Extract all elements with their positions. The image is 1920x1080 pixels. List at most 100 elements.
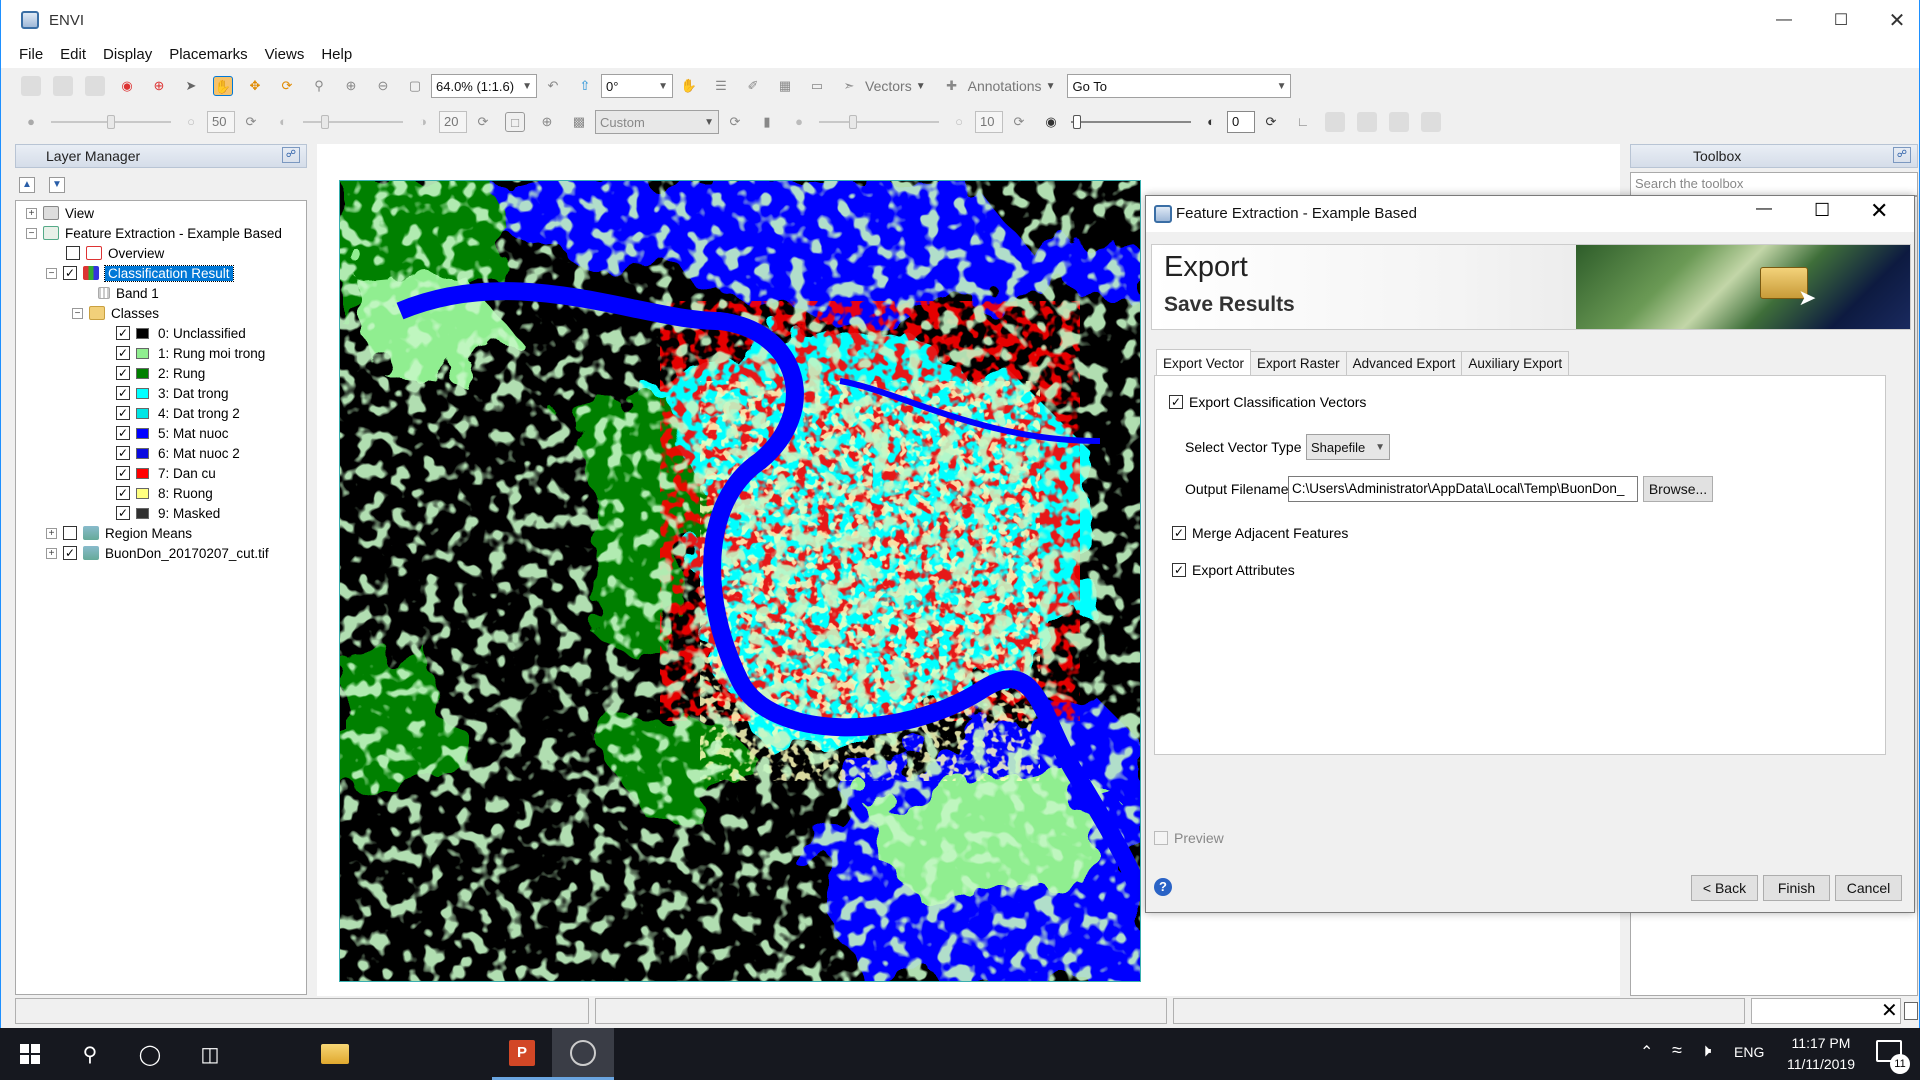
annotations-icon[interactable]: ✚: [942, 76, 962, 96]
windows-start-icon[interactable]: [0, 1028, 60, 1080]
zoom-out-icon[interactable]: ⊖: [373, 76, 393, 96]
class-item[interactable]: ✓ 4: Dat trong 2: [116, 403, 240, 423]
menu-edit[interactable]: Edit: [60, 46, 86, 63]
class-item[interactable]: ✓ 9: Masked: [116, 503, 220, 523]
cancel-process-icon[interactable]: ✕: [1881, 999, 1898, 1023]
vectors-icon[interactable]: ➣: [839, 76, 859, 96]
sharpen-slider[interactable]: [819, 112, 939, 132]
finish-button[interactable]: Finish: [1763, 875, 1830, 901]
dialog-minimize-button[interactable]: —: [1756, 200, 1772, 218]
language-indicator[interactable]: ENG: [1734, 1044, 1764, 1060]
sharpen-value[interactable]: 10: [975, 111, 1003, 133]
browse-button[interactable]: Browse...: [1643, 476, 1713, 502]
export-vectors-checkbox[interactable]: ✓: [1169, 395, 1183, 409]
tree-item-view[interactable]: + View: [26, 203, 94, 223]
class-checkbox[interactable]: ✓: [116, 366, 130, 380]
zoom-select[interactable]: 64.0% (1:1.6) ▼: [431, 74, 537, 98]
show-hidden-icons-icon[interactable]: ⌃: [1640, 1042, 1653, 1062]
powerpoint-icon[interactable]: P: [492, 1028, 552, 1080]
reset-stretch-icon[interactable]: ⟳: [725, 112, 745, 132]
swipe-icon[interactable]: ✋: [679, 76, 699, 96]
export-attributes-option[interactable]: ✓ Export Attributes: [1172, 562, 1295, 578]
stretch-select[interactable]: Custom ▼: [595, 110, 719, 134]
minimize-button[interactable]: —: [1756, 0, 1812, 40]
vector-type-select[interactable]: Shapefile ▼: [1306, 434, 1390, 460]
rotate-icon[interactable]: ⟳: [277, 76, 297, 96]
preview-checkbox[interactable]: [1154, 831, 1168, 845]
menu-display[interactable]: Display: [103, 46, 152, 63]
view-grid-icon[interactable]: [1421, 112, 1441, 132]
collapse-icon[interactable]: −: [72, 307, 83, 319]
pin-icon[interactable]: ☍: [282, 147, 300, 163]
export-attributes-checkbox[interactable]: ✓: [1172, 563, 1186, 577]
menu-views[interactable]: Views: [265, 46, 305, 63]
expand-icon[interactable]: +: [46, 547, 57, 559]
data-manager-icon[interactable]: [53, 76, 73, 96]
network-icon[interactable]: ≈: [1672, 1040, 1682, 1061]
vectors-menu[interactable]: Vectors: [865, 78, 912, 94]
layout-icon[interactable]: [1325, 112, 1345, 132]
merge-features-option[interactable]: ✓ Merge Adjacent Features: [1172, 525, 1348, 541]
class-checkbox[interactable]: ✓: [116, 346, 130, 360]
export-vectors-option[interactable]: ✓ Export Classification Vectors: [1169, 394, 1366, 410]
class-item[interactable]: ✓ 7: Dan cu: [116, 463, 216, 483]
checkbox-overview[interactable]: [66, 246, 80, 260]
search-icon[interactable]: ⚲: [60, 1028, 120, 1080]
class-checkbox[interactable]: ✓: [116, 386, 130, 400]
class-item[interactable]: ✓ 6: Mat nuoc 2: [116, 443, 240, 463]
brightness-value[interactable]: 50: [207, 111, 235, 133]
menu-help[interactable]: Help: [321, 46, 352, 63]
fly-icon[interactable]: ✥: [245, 76, 265, 96]
view-single-icon[interactable]: [1357, 112, 1377, 132]
toolbox-search-input[interactable]: Search the toolbox: [1630, 172, 1918, 196]
collapse-icon[interactable]: −: [26, 227, 37, 239]
class-checkbox[interactable]: ✓: [116, 446, 130, 460]
zoom-fit-icon[interactable]: ▢: [405, 76, 425, 96]
north-up-icon[interactable]: ⇧: [575, 76, 595, 96]
tree-item-band[interactable]: Band 1: [98, 283, 159, 303]
tab-export-raster[interactable]: Export Raster: [1250, 351, 1347, 375]
class-item[interactable]: ✓ 0: Unclassified: [116, 323, 246, 343]
crop-icon[interactable]: [85, 76, 105, 96]
stretch-region-icon[interactable]: ⊕: [537, 112, 557, 132]
tree-item-region-means[interactable]: + Region Means: [46, 523, 192, 543]
menu-placemarks[interactable]: Placemarks: [169, 46, 247, 63]
tree-item-overview[interactable]: Overview: [66, 243, 164, 263]
reset-sharpen-icon[interactable]: ⟳: [1009, 112, 1029, 132]
stretch-extent-icon[interactable]: □: [505, 112, 525, 132]
crosshair-icon[interactable]: ⊕: [149, 76, 169, 96]
class-item[interactable]: ✓ 5: Mat nuoc: [116, 423, 229, 443]
class-checkbox[interactable]: ✓: [116, 426, 130, 440]
back-button[interactable]: < Back: [1691, 875, 1758, 901]
chip-icon[interactable]: ▭: [807, 76, 827, 96]
class-item[interactable]: ✓ 8: Ruong: [116, 483, 213, 503]
maximize-button[interactable]: ☐: [1813, 0, 1869, 40]
close-button[interactable]: ✕: [1869, 0, 1920, 40]
volume-muted-icon[interactable]: 🕨: [1700, 1040, 1711, 1061]
tree-item-classes[interactable]: − Classes: [72, 303, 159, 323]
envi-taskbar-icon[interactable]: [552, 1028, 614, 1080]
class-checkbox[interactable]: ✓: [116, 406, 130, 420]
pin-icon[interactable]: ☍: [1893, 147, 1911, 163]
dialog-maximize-button[interactable]: ☐: [1814, 200, 1830, 221]
cancel-button[interactable]: Cancel: [1835, 875, 1902, 901]
placemark-icon[interactable]: ◉: [117, 76, 137, 96]
classification-map[interactable]: [339, 180, 1141, 982]
zoom-icon[interactable]: ⚲: [309, 76, 329, 96]
tab-export-vector[interactable]: Export Vector: [1156, 349, 1252, 375]
histogram-icon[interactable]: ▮: [757, 112, 777, 132]
help-icon[interactable]: ?: [1154, 878, 1172, 896]
task-view-icon[interactable]: ◫: [180, 1028, 240, 1080]
contrast-value[interactable]: 20: [439, 111, 467, 133]
tree-item-raster[interactable]: + ✓ BuonDon_20170207_cut.tif: [46, 543, 269, 563]
tree-item-feature-extraction[interactable]: − Feature Extraction - Example Based: [26, 223, 282, 243]
rotate-left-icon[interactable]: ↶: [543, 76, 563, 96]
blend-icon[interactable]: ✐: [743, 76, 763, 96]
tab-auxiliary-export[interactable]: Auxiliary Export: [1461, 351, 1570, 375]
contrast-slider[interactable]: [303, 112, 403, 132]
cortana-icon[interactable]: ◯: [120, 1028, 180, 1080]
tab-advanced-export[interactable]: Advanced Export: [1345, 351, 1463, 375]
open-icon[interactable]: [21, 76, 41, 96]
class-checkbox[interactable]: ✓: [116, 506, 130, 520]
preview-option[interactable]: Preview: [1154, 830, 1224, 846]
